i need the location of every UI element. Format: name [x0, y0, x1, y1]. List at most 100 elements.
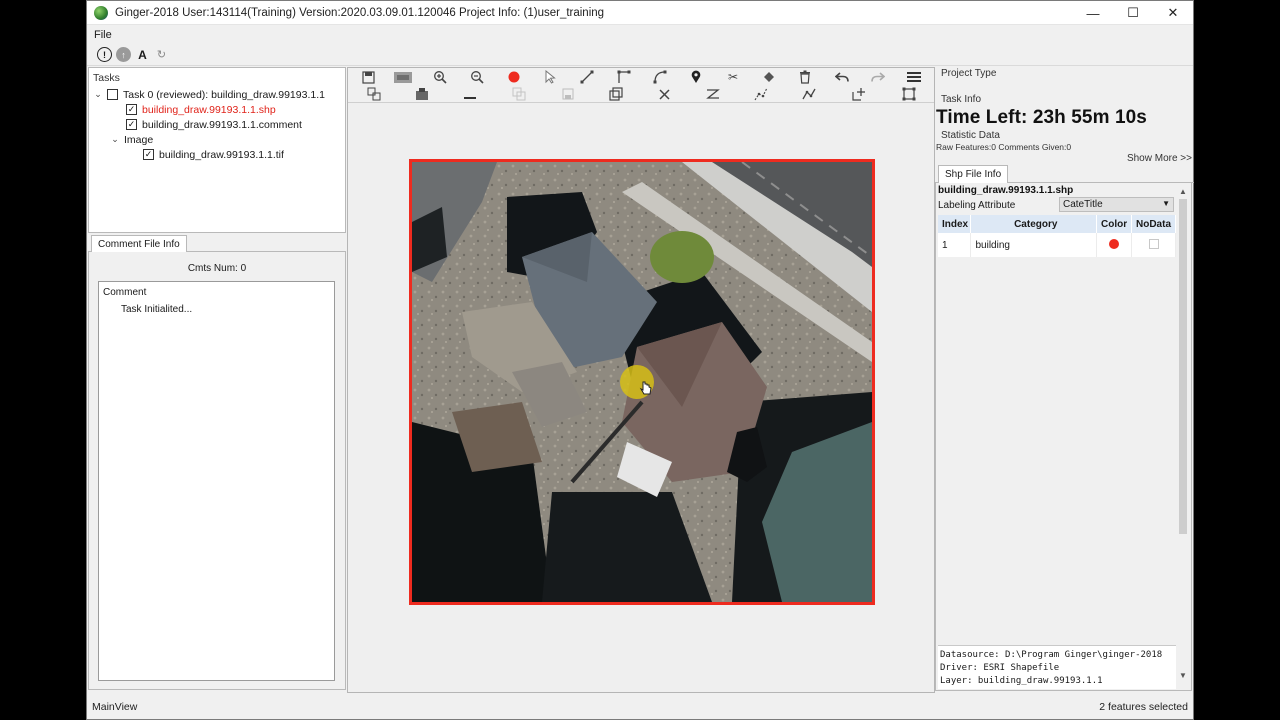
minimize-button[interactable]: —	[1073, 1, 1113, 25]
undo-icon[interactable]	[833, 68, 851, 86]
tif-checkbox[interactable]: ✓	[143, 149, 154, 160]
tif-file-label: building_draw.99193.1.1.tif	[159, 148, 284, 161]
delete-icon[interactable]	[796, 68, 814, 86]
task-info-label: Task Info	[941, 94, 982, 105]
col-header-color[interactable]: Color	[1096, 215, 1132, 233]
statistic-data-label: Statistic Data	[941, 130, 1000, 141]
scroll-up-icon[interactable]: ▲	[1177, 185, 1189, 197]
fill-bucket-icon[interactable]	[760, 68, 778, 86]
nodata-checkbox[interactable]	[1148, 238, 1159, 249]
map-canvas[interactable]	[348, 102, 934, 692]
comment-tabbar: Comment File Info	[88, 234, 346, 252]
col-header-nodata[interactable]: NoData	[1131, 215, 1176, 233]
draw-curve-icon[interactable]	[651, 68, 669, 86]
maximize-button[interactable]: ☐	[1113, 1, 1153, 25]
reshape-icon[interactable]	[704, 85, 722, 103]
chevron-down-icon[interactable]: ⌄	[93, 89, 103, 100]
title-bar[interactable]: Ginger-2018 User:143114(Training) Versio…	[87, 1, 1193, 25]
comment-panel: Cmts Num: 0 Comment Task Initialited...	[88, 252, 346, 690]
time-left: Time Left: 23h 55m 10s	[936, 107, 1147, 128]
labeling-attribute-select[interactable]: CateTitle ▼	[1059, 197, 1174, 212]
layer-text: Layer: building_draw.99193.1.1	[940, 676, 1103, 686]
comment-entry[interactable]: Task Initialited...	[121, 304, 192, 315]
dropdown-arrow-icon: ▼	[1162, 199, 1170, 208]
labeling-attribute-label: Labeling Attribute	[938, 200, 1016, 211]
export-disabled-icon[interactable]	[559, 85, 577, 103]
comment-list[interactable]: Comment Task Initialited...	[98, 281, 335, 681]
col-header-index[interactable]: Index	[938, 215, 972, 233]
tab-comment-file-info[interactable]: Comment File Info	[91, 235, 187, 252]
toolbar-row-1: ✂	[348, 68, 934, 86]
zoom-in-icon[interactable]	[431, 68, 449, 86]
cut-cross-icon[interactable]	[655, 85, 673, 103]
hand-cursor-icon	[639, 381, 652, 395]
draw-corner-icon[interactable]	[615, 68, 633, 86]
split-layer-icon[interactable]	[365, 85, 383, 103]
menu-icon[interactable]	[905, 68, 923, 86]
text-tool-icon[interactable]: A	[135, 47, 150, 62]
cell-color[interactable]	[1096, 233, 1132, 257]
right-panel: Project Type Task Info Time Left: 23h 55…	[935, 67, 1194, 693]
comment-header: Comment	[103, 287, 147, 298]
table-row[interactable]: 1 building	[938, 233, 1176, 257]
menu-file[interactable]: File	[87, 29, 119, 41]
tree-row-shp[interactable]: ✓ building_draw.99193.1.1.shp	[126, 102, 276, 117]
vertical-scrollbar[interactable]: ▲ ▼	[1177, 185, 1189, 681]
scroll-thumb[interactable]	[1179, 199, 1187, 534]
left-panel: Tasks ⌄ Task 0 (reviewed): building_draw…	[87, 67, 347, 690]
aerial-image[interactable]	[409, 159, 875, 605]
redo-icon[interactable]	[869, 68, 887, 86]
cell-index: 1	[938, 233, 972, 257]
record-icon[interactable]	[505, 68, 523, 86]
draw-line-icon[interactable]	[578, 68, 596, 86]
tree-row-image[interactable]: ⌄ Image	[110, 132, 153, 147]
app-logo-icon	[94, 5, 108, 20]
datasource-text: Datasource: D:\Program Ginger\ginger-201…	[940, 650, 1163, 660]
stamp-icon[interactable]	[413, 85, 431, 103]
scroll-down-icon[interactable]: ▼	[1177, 669, 1189, 681]
refresh-icon[interactable]: ↻	[154, 47, 169, 62]
line-weight-icon[interactable]	[461, 85, 479, 103]
status-selection-count: 2 features selected	[1099, 700, 1188, 713]
comment-checkbox[interactable]: ✓	[126, 119, 137, 130]
cell-nodata[interactable]	[1131, 233, 1176, 257]
tree-row-tif[interactable]: ✓ building_draw.99193.1.1.tif	[143, 147, 284, 162]
fit-extent-icon[interactable]	[900, 85, 918, 103]
save-icon[interactable]	[359, 68, 377, 86]
show-more-link[interactable]: Show More >>	[1127, 153, 1192, 164]
shp-file-label: building_draw.99193.1.1.shp	[142, 103, 276, 116]
driver-text: Driver: ESRI Shapefile	[940, 663, 1060, 673]
vertex-edit-icon[interactable]	[752, 85, 770, 103]
chevron-down-icon[interactable]: ⌄	[110, 134, 120, 145]
tab-shp-file-info[interactable]: Shp File Info	[938, 165, 1009, 183]
raw-features-text: Raw Features:0 Comments Given:0	[936, 142, 1072, 152]
tasks-label: Tasks	[93, 72, 120, 84]
color-swatch-icon[interactable]	[1109, 238, 1120, 249]
task0-checkbox[interactable]	[107, 89, 118, 100]
zoom-out-icon[interactable]	[468, 68, 486, 86]
col-header-category[interactable]: Category	[970, 215, 1098, 233]
shp-file-panel: building_draw.99193.1.1.shp Labeling Att…	[935, 183, 1192, 691]
polyline-icon[interactable]	[800, 85, 818, 103]
project-type-label: Project Type	[941, 68, 997, 79]
close-button[interactable]: ✕	[1153, 1, 1193, 25]
merge-icon[interactable]	[607, 85, 625, 103]
quick-toolbar: ! ↑ A ↻	[87, 44, 1193, 66]
scissors-icon[interactable]: ✂	[724, 68, 742, 86]
layers-image-icon[interactable]	[394, 68, 412, 86]
info-icon[interactable]: !	[97, 47, 112, 62]
add-vertex-icon[interactable]	[850, 85, 868, 103]
status-mainview: MainView	[92, 700, 138, 713]
copy-disabled-icon[interactable]	[510, 85, 528, 103]
select-arrow-icon[interactable]	[541, 68, 559, 86]
shp-checkbox[interactable]: ✓	[126, 104, 137, 115]
cell-category: building	[970, 233, 1098, 257]
map-view: ✂	[347, 67, 935, 693]
map-pin-icon[interactable]	[687, 68, 705, 86]
upload-icon[interactable]: ↑	[116, 47, 131, 62]
comments-count: Cmts Num: 0	[187, 263, 247, 274]
category-table: Index Category Color NoData 1 building	[938, 215, 1176, 257]
tree-row-comment[interactable]: ✓ building_draw.99193.1.1.comment	[126, 117, 302, 132]
tree-row-task0[interactable]: ⌄ Task 0 (reviewed): building_draw.99193…	[93, 87, 325, 102]
datasource-info: Datasource: D:\Program Ginger\ginger-201…	[938, 645, 1176, 689]
